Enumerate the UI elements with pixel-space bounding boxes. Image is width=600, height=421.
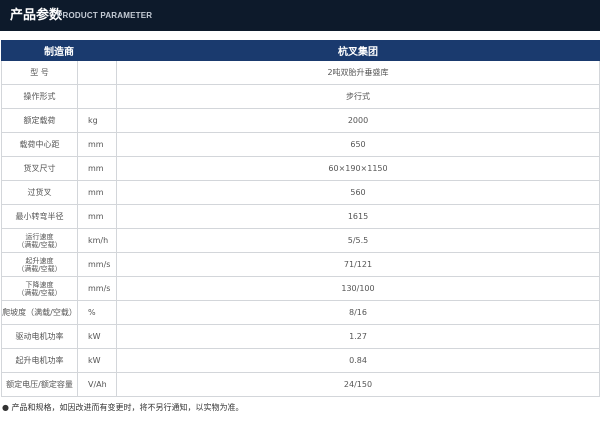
table-row: 爬坡度（满载/空载） % 8/16 [1, 300, 600, 325]
param-name: 型 号 [1, 60, 78, 85]
param-name-line2: （满载/空载） [17, 288, 62, 297]
table-row: 下降速度 （满载/空载） mm/s 130/100 [1, 276, 600, 301]
param-name: 最小转弯半径 [1, 204, 78, 229]
param-unit: kW [77, 324, 117, 349]
param-unit [77, 84, 117, 109]
table-header-row: 制造商 杭叉集团 [1, 40, 600, 61]
table-row: 额定电压/额定容量 V/Ah 24/150 [1, 372, 600, 397]
page-title: 产品参数 [10, 8, 63, 23]
param-name: 载荷中心距 [1, 132, 78, 157]
param-name: 爬坡度（满载/空载） [1, 300, 78, 325]
table-row: 过货叉 mm 560 [1, 180, 600, 205]
param-name: 起升电机功率 [1, 348, 78, 373]
param-unit: V/Ah [77, 372, 117, 397]
page-subtitle: PRODUCT PARAMETER [57, 11, 153, 20]
param-name-line1: 起升速度 [25, 256, 54, 265]
param-unit: mm [77, 204, 117, 229]
header-manufacturer-value: 杭叉集团 [116, 40, 600, 61]
table-row: 货叉尺寸 mm 60×190×1150 [1, 156, 600, 181]
param-unit: mm [77, 180, 117, 205]
param-value: 130/100 [116, 276, 600, 301]
footnote: ● 产品和规格，如因改进而有变更时，将不另行通知，以实物为准。 [2, 403, 244, 412]
param-value: 5/5.5 [116, 228, 600, 253]
param-value: 2吨双胎升垂盛库 [116, 60, 600, 85]
param-name-line1: 运行速度 [25, 232, 54, 241]
table-row: 型 号 2吨双胎升垂盛库 [1, 60, 600, 85]
table-row: 操作形式 步行式 [1, 84, 600, 109]
table-row: 驱动电机功率 kW 1.27 [1, 324, 600, 349]
param-unit: kW [77, 348, 117, 373]
param-name: 驱动电机功率 [1, 324, 78, 349]
header-banner: 产品参数 PRODUCT PARAMETER [0, 0, 600, 31]
param-name-line2: （满载/空载） [17, 240, 62, 249]
param-name-line1: 下降速度 [25, 280, 54, 289]
param-unit: mm/s [77, 276, 117, 301]
param-value: 1.27 [116, 324, 600, 349]
param-value: 24/150 [116, 372, 600, 397]
param-unit: kg [77, 108, 117, 133]
table-row: 运行速度 （满载/空载） km/h 5/5.5 [1, 228, 600, 253]
param-value: 60×190×1150 [116, 156, 600, 181]
param-value: 71/121 [116, 252, 600, 277]
spec-table: 制造商 杭叉集团 型 号 2吨双胎升垂盛库 操作形式 步行式 额定载荷 kg 2… [1, 40, 600, 397]
param-value: 8/16 [116, 300, 600, 325]
table-row: 载荷中心距 mm 650 [1, 132, 600, 157]
param-value: 0.84 [116, 348, 600, 373]
param-value: 650 [116, 132, 600, 157]
header-manufacturer-label: 制造商 [1, 40, 117, 61]
param-name: 过货叉 [1, 180, 78, 205]
param-unit: % [77, 300, 117, 325]
param-name: 操作形式 [1, 84, 78, 109]
param-unit: mm [77, 132, 117, 157]
table-row: 额定载荷 kg 2000 [1, 108, 600, 133]
param-unit [77, 60, 117, 85]
param-value: 1615 [116, 204, 600, 229]
param-name: 起升速度 （满载/空载） [1, 252, 78, 277]
param-value: 2000 [116, 108, 600, 133]
param-name: 运行速度 （满载/空载） [1, 228, 78, 253]
param-value: 步行式 [116, 84, 600, 109]
param-unit: km/h [77, 228, 117, 253]
param-unit: mm [77, 156, 117, 181]
param-unit: mm/s [77, 252, 117, 277]
param-name: 下降速度 （满载/空载） [1, 276, 78, 301]
table-row: 起升速度 （满载/空载） mm/s 71/121 [1, 252, 600, 277]
param-name-line2: （满载/空载） [17, 264, 62, 273]
param-value: 560 [116, 180, 600, 205]
table-row: 起升电机功率 kW 0.84 [1, 348, 600, 373]
param-name: 货叉尺寸 [1, 156, 78, 181]
param-name: 额定电压/额定容量 [1, 372, 78, 397]
table-row: 最小转弯半径 mm 1615 [1, 204, 600, 229]
param-name: 额定载荷 [1, 108, 78, 133]
